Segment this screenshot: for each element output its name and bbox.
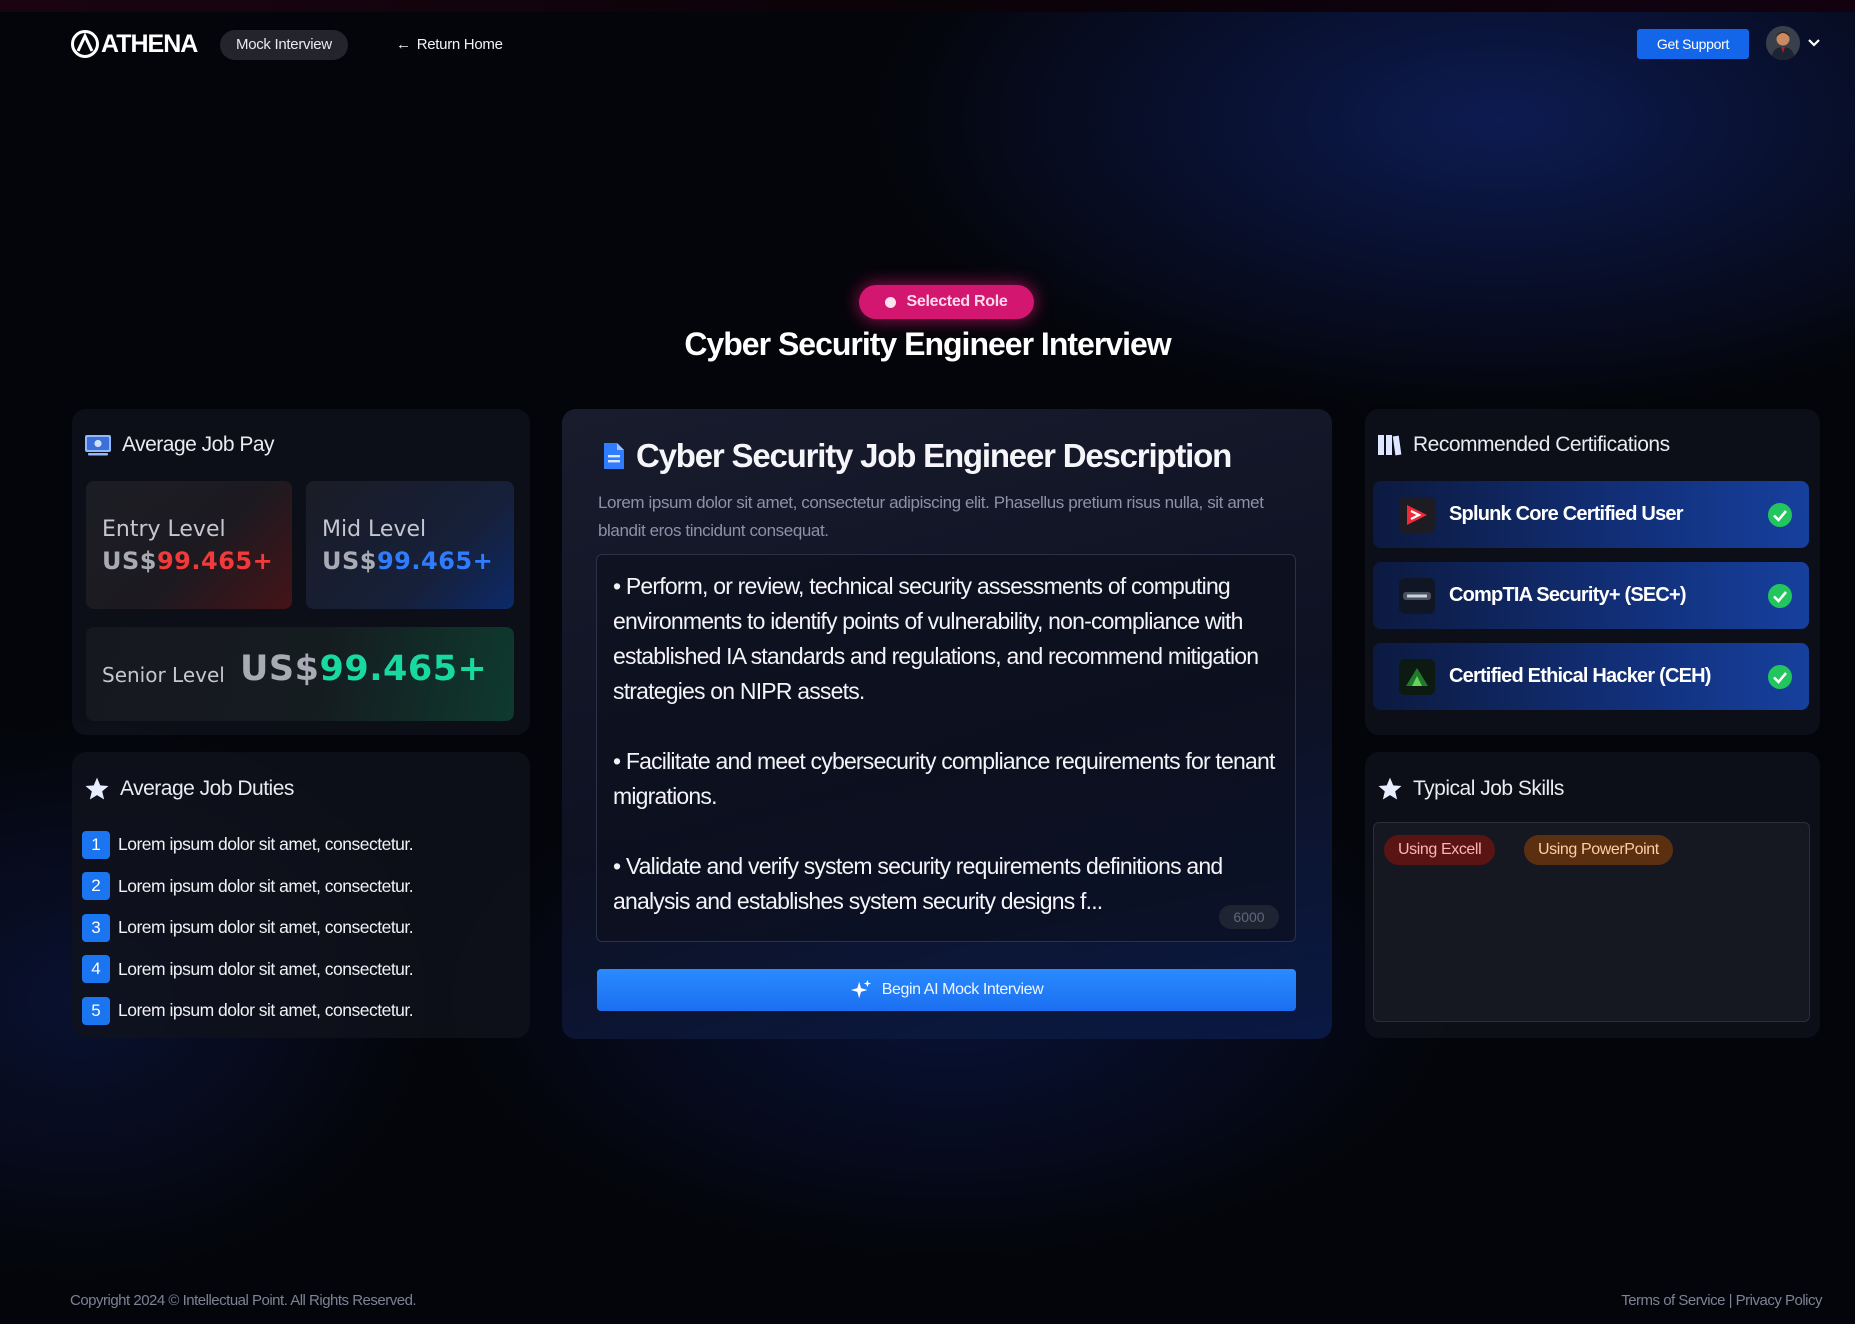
average-job-duties-card: Average Job Duties 1 Lorem ipsum dolor s… <box>72 752 530 1038</box>
skills-tag-box[interactable]: Using Excell Using PowerPoint <box>1373 822 1810 1022</box>
duty-list: 1 Lorem ipsum dolor sit amet, consectetu… <box>82 824 414 1032</box>
page: ATHENA Mock Interview ← Return Home Get … <box>0 0 1855 1324</box>
duty-item: 1 Lorem ipsum dolor sit amet, consectetu… <box>82 824 414 866</box>
skill-tag[interactable]: Using PowerPoint <box>1524 835 1673 865</box>
description-paragraph: • Perform, or review, technical security… <box>613 573 1259 704</box>
check-circle-icon <box>1768 664 1792 689</box>
description-title-text: Cyber Security Job Engineer Description <box>636 437 1232 474</box>
skills-title-text: Typical Job Skills <box>1413 777 1564 800</box>
mid-level-value: US$99.465+ <box>322 547 493 575</box>
return-home-label: Return Home <box>416 36 503 53</box>
description-subtitle: Lorem ipsum dolor sit amet, consectetur … <box>598 493 1264 540</box>
senior-level-box: Senior Level US$99.465+ <box>86 627 514 721</box>
duty-text: Lorem ipsum dolor sit amet, consectetur. <box>118 958 414 979</box>
chevron-down-icon[interactable] <box>1804 32 1824 52</box>
description-title: Cyber Security Job Engineer Description <box>602 437 1232 475</box>
pay-card-title: Average Job Pay <box>84 433 275 457</box>
nav-mock-interview[interactable]: Mock Interview <box>220 30 348 60</box>
job-description-card: Cyber Security Job Engineer Description … <box>562 409 1332 1039</box>
duty-item: 4 Lorem ipsum dolor sit amet, consectetu… <box>82 949 414 991</box>
cert-item-comptia[interactable]: CompTIA Security+ (SEC+) <box>1373 562 1809 629</box>
duty-number-badge: 4 <box>82 955 110 984</box>
cert-card-title: Recommended Certifications <box>1377 433 1670 457</box>
check-circle-icon <box>1768 583 1792 608</box>
duty-item: 2 Lorem ipsum dolor sit amet, consectetu… <box>82 866 414 908</box>
sparkle-icon <box>850 979 871 999</box>
duty-text: Lorem ipsum dolor sit amet, consectetur. <box>118 875 414 896</box>
badge-dot-icon <box>885 296 897 308</box>
begin-ai-mock-interview-button[interactable]: Begin AI Mock Interview <box>597 969 1296 1011</box>
check-circle-icon <box>1768 502 1792 527</box>
star-icon <box>85 777 109 800</box>
description-paragraph: • Facilitate and meet cybersecurity comp… <box>613 748 1275 809</box>
duties-title-text: Average Job Duties <box>120 777 294 800</box>
splunk-logo-icon <box>1399 496 1435 533</box>
athena-logo[interactable]: ATHENA <box>70 28 198 60</box>
footer-copyright: Copyright 2024 © Intellectual Point. All… <box>70 1292 417 1309</box>
typical-job-skills-card: Typical Job Skills Using Excell Using Po… <box>1365 752 1820 1038</box>
top-nav: ATHENA Mock Interview ← Return Home Get … <box>0 12 1855 78</box>
books-icon <box>1378 435 1402 456</box>
entry-level-value: US$99.465+ <box>102 547 273 575</box>
skills-card-title: Typical Job Skills <box>1377 776 1564 802</box>
duty-item: 3 Lorem ipsum dolor sit amet, consectetu… <box>82 907 414 949</box>
pay-title-text: Average Job Pay <box>122 433 275 456</box>
average-job-pay-card: Average Job Pay Entry Level US$99.465+ M… <box>72 409 530 735</box>
footer-links[interactable]: Terms of Service | Privacy Policy <box>1621 1292 1822 1309</box>
ceh-logo-icon <box>1399 658 1435 695</box>
get-support-button[interactable]: Get Support <box>1637 29 1749 59</box>
arrow-left-icon: ← <box>396 36 411 53</box>
duty-text: Lorem ipsum dolor sit amet, consectetur. <box>118 917 414 938</box>
entry-currency: US$ <box>102 547 157 575</box>
document-icon <box>604 443 624 469</box>
entry-level-box: Entry Level US$99.465+ <box>86 481 292 609</box>
job-description-textarea[interactable]: • Perform, or review, technical security… <box>596 554 1296 942</box>
character-count-badge: 6000 <box>1219 905 1279 929</box>
description-paragraph: • Validate and verify system security re… <box>613 853 1223 914</box>
duty-number-badge: 2 <box>82 872 110 901</box>
senior-amount: 99.465+ <box>319 649 488 689</box>
skill-tag[interactable]: Using Excell <box>1384 835 1496 865</box>
senior-level-value: US$99.465+ <box>240 649 487 689</box>
entry-amount: 99.465+ <box>156 547 274 575</box>
mid-level-box: Mid Level US$99.465+ <box>306 481 514 609</box>
duty-number-badge: 5 <box>82 996 110 1025</box>
badge-label: Selected Role <box>906 293 1008 310</box>
recommended-certifications-card: Recommended Certifications Splunk Core C… <box>1365 409 1820 735</box>
cert-title-text: Recommended Certifications <box>1413 433 1670 456</box>
senior-level-label: Senior Level <box>102 663 225 687</box>
logo-text: ATHENA <box>101 29 198 58</box>
cert-item-splunk[interactable]: Splunk Core Certified User <box>1373 481 1809 548</box>
entry-level-label: Entry Level <box>102 517 226 542</box>
money-icon <box>85 435 111 456</box>
avatar-image <box>1766 26 1800 60</box>
duty-item: 5 Lorem ipsum dolor sit amet, consectetu… <box>82 990 414 1032</box>
mid-level-label: Mid Level <box>322 517 427 542</box>
duty-text: Lorem ipsum dolor sit amet, consectetur. <box>118 834 414 855</box>
senior-currency: US$ <box>240 649 320 689</box>
page-title: Cyber Security Engineer Interview <box>684 326 1171 362</box>
star-icon <box>1378 777 1402 800</box>
duty-number-badge: 3 <box>82 913 110 942</box>
mid-currency: US$ <box>322 547 377 575</box>
avatar[interactable] <box>1766 26 1800 60</box>
begin-button-label: Begin AI Mock Interview <box>881 981 1044 998</box>
cert-name: Splunk Core Certified User <box>1449 503 1684 525</box>
return-home-link[interactable]: ← Return Home <box>396 30 503 60</box>
cert-item-ceh[interactable]: Certified Ethical Hacker (CEH) <box>1373 643 1809 710</box>
cert-name: Certified Ethical Hacker (CEH) <box>1449 665 1711 687</box>
duties-card-title: Average Job Duties <box>84 776 294 802</box>
selected-role-badge: Selected Role <box>859 285 1034 319</box>
cert-name: CompTIA Security+ (SEC+) <box>1449 584 1687 606</box>
duty-text: Lorem ipsum dolor sit amet, consectetur. <box>118 1000 414 1021</box>
athena-logo-icon <box>71 30 99 58</box>
comptia-logo-icon <box>1399 577 1435 614</box>
duty-number-badge: 1 <box>82 830 110 859</box>
mid-amount: 99.465+ <box>376 547 494 575</box>
